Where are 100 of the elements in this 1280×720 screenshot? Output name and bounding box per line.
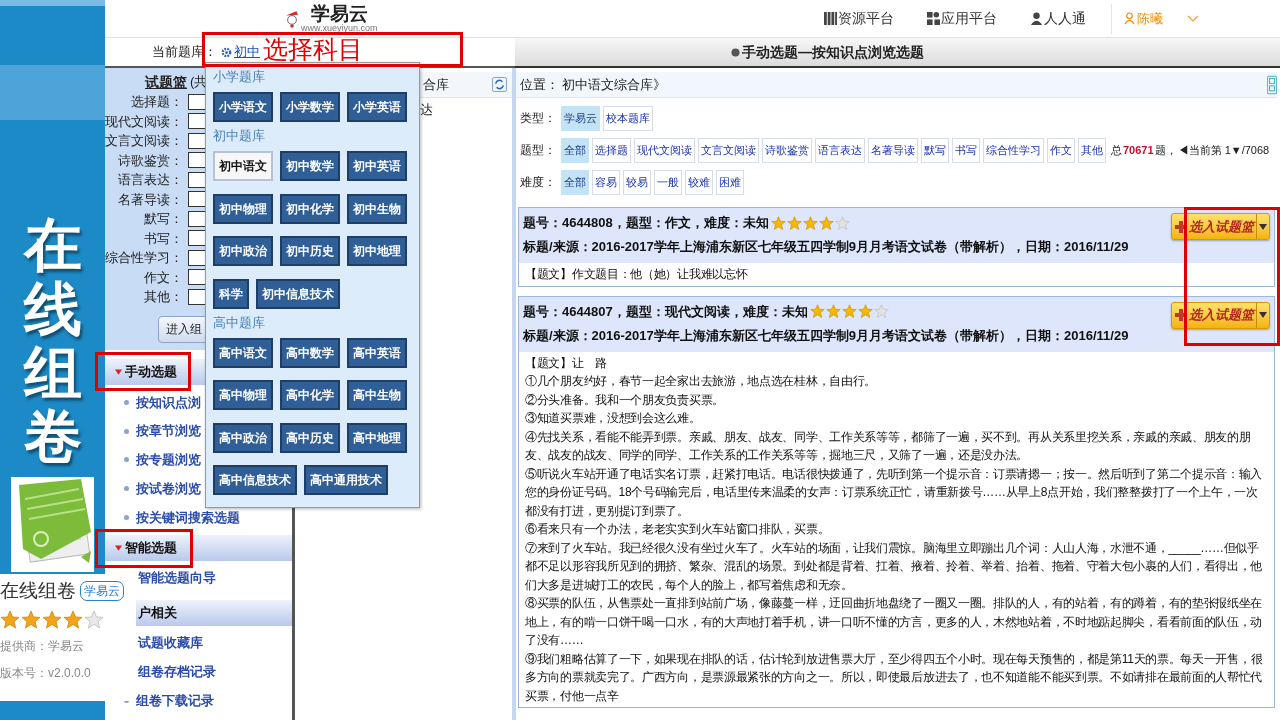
- filter-option[interactable]: 默写: [921, 137, 949, 163]
- annotation-label: 选择科目: [263, 37, 363, 62]
- subject-option[interactable]: 初中政治: [213, 236, 273, 266]
- question-text: ⑥看来只有一个办法，老老实实到火车站窗口排队，买票。: [525, 521, 831, 538]
- subject-option[interactable]: 高中通用技术: [304, 465, 388, 495]
- filter-option[interactable]: 现代文阅读: [634, 137, 695, 163]
- filter-option[interactable]: 一般: [654, 169, 682, 195]
- subject-option[interactable]: 小学数学: [280, 92, 340, 122]
- filter-option[interactable]: 困难: [716, 169, 744, 195]
- nav-link[interactable]: 组卷下载记录: [136, 690, 214, 711]
- filter-option[interactable]: 书写: [952, 137, 980, 163]
- logo-url: www.xueyiyun.com: [301, 24, 378, 33]
- nav-link[interactable]: 资源平台: [823, 8, 894, 29]
- filter-option[interactable]: 诗歌鉴赏: [762, 137, 812, 163]
- filter-option[interactable]: 其他: [1078, 137, 1106, 163]
- nav-link[interactable]: 应用平台: [926, 8, 997, 29]
- subject-option[interactable]: 初中地理: [347, 236, 407, 266]
- basket-title: 试题篮: [145, 72, 187, 92]
- subject-option[interactable]: 高中生物: [347, 380, 407, 410]
- subject-option[interactable]: 高中化学: [280, 380, 340, 410]
- subject-option[interactable]: 小学语文: [213, 92, 273, 122]
- version-text: 版本号：v2.0.0.0: [0, 665, 92, 682]
- filter-option[interactable]: 容易: [592, 169, 620, 195]
- subject-option[interactable]: 初中信息技术: [256, 278, 340, 309]
- field-label: 语言表达：: [117, 171, 183, 189]
- subject-option[interactable]: 高中信息技术: [213, 465, 297, 495]
- field-label: 综合性学习：: [105, 249, 183, 267]
- filter-label: 类型：: [520, 110, 557, 127]
- nav-link[interactable]: 按专题浏览: [136, 450, 201, 470]
- user-icon: [1123, 12, 1135, 25]
- question-text: 【题文】让 路: [525, 354, 608, 372]
- subject-option[interactable]: 高中历史: [280, 422, 340, 453]
- basket-count: (共: [190, 73, 208, 92]
- library-link[interactable]: 初中: [221, 42, 260, 62]
- nav-link[interactable]: 人人通: [1029, 8, 1086, 29]
- question-text: ④先找关系，看能不能弄到票。亲戚、朋友、战友、同学、工作关系等等，都筛了一遍，买不到。再从关系里挖关系，亲戚的亲戚、朋友的朋友、战友的战友、同学的同学、工作关系的工作关系等等，掘地三尺，又筛了一遍，还是没办法。: [525, 428, 1252, 464]
- star-icon: [825, 304, 841, 319]
- filter-option[interactable]: 综合性学习: [983, 137, 1044, 163]
- question-meta: 题号：4644807，题型：现代文阅读，难度：未知: [523, 302, 808, 321]
- question-text: ⑧买票的队伍，从售票处一直排到站前广场，像藤蔓一样，迂回曲折地盘绕了一圈又一圈。排队的人，有的站着，有的蹲着，有的垫张报纸坐在地上，有的啃一口饼干喝一口水，有的大声地打着手机，讲一口听不懂的方言，更多的人，木然地站着，不时地踮起脚尖，看看前面的队伍，动了没有……: [525, 595, 1264, 649]
- filter-option[interactable]: 全部: [561, 137, 589, 163]
- nav-link[interactable]: 按关键词搜索选题: [136, 507, 240, 528]
- question-source: 标题/来源：2016-2017学年上海浦东新区七年级五四学制9月月考语文试卷（带解析），日期：2016/11/29: [523, 326, 1130, 345]
- filter-option[interactable]: 作文: [1047, 137, 1075, 163]
- nav-link[interactable]: 按试卷浏览: [136, 478, 201, 499]
- mascot-icon: [285, 9, 299, 28]
- filter-option[interactable]: 选择题: [592, 137, 631, 163]
- nav-link[interactable]: 组卷存档记录: [138, 661, 216, 682]
- subject-option[interactable]: 高中语文: [213, 337, 273, 368]
- field-label: 文言文阅读：: [105, 132, 183, 150]
- subject-option[interactable]: 初中数学: [280, 151, 340, 181]
- filter-option[interactable]: 较易: [623, 169, 651, 195]
- nav-link[interactable]: 按知识点浏: [136, 392, 201, 413]
- star-icon: [802, 215, 818, 231]
- question-meta: 题号：4644808，题型：作文，难度：未知: [523, 214, 769, 233]
- caret-icon: [1259, 312, 1267, 318]
- subject-option[interactable]: 初中物理: [213, 193, 273, 224]
- subject-option[interactable]: 初中英语: [347, 151, 407, 181]
- subject-option[interactable]: 初中语文: [213, 151, 273, 181]
- subject-option[interactable]: 小学英语: [347, 92, 407, 122]
- nav-section-header[interactable]: 智能选题: [105, 534, 292, 561]
- subject-option[interactable]: 初中生物: [347, 193, 407, 224]
- star-icon: [0, 610, 20, 630]
- question-text: ①几个朋友约好，春节一起全家出去旅游，地点选在桂林，自由行。: [525, 373, 877, 390]
- filter-option[interactable]: 校本题库: [603, 105, 653, 131]
- subject-option[interactable]: 高中政治: [213, 422, 273, 453]
- add-to-basket-button[interactable]: 选入试题篮: [1171, 213, 1270, 240]
- subject-option[interactable]: 高中地理: [347, 422, 407, 453]
- filter-option[interactable]: 语言表达: [815, 137, 865, 163]
- subject-option[interactable]: 高中英语: [347, 337, 407, 368]
- plus-icon: [1175, 309, 1187, 321]
- filter-option[interactable]: 较难: [685, 169, 713, 195]
- filter-option[interactable]: 文言文阅读: [698, 137, 759, 163]
- bullet-icon: [731, 47, 740, 57]
- add-to-basket-button[interactable]: 选入试题篮: [1171, 301, 1270, 329]
- filter-option[interactable]: 学易云: [561, 105, 600, 131]
- app-tag: 学易云: [80, 581, 124, 601]
- field-label: 书写：: [143, 229, 183, 248]
- question-source: 标题/来源：2016-2017学年上海浦东新区七年级五四学制9月月考语文试卷（带解析），日期：2016/11/29: [523, 238, 1130, 257]
- nav-section-header[interactable]: 户相关: [136, 599, 292, 626]
- subject-option[interactable]: 初中历史: [280, 236, 340, 266]
- subject-option[interactable]: 高中物理: [213, 380, 273, 410]
- nav-link[interactable]: 试题收藏库: [138, 633, 203, 653]
- total-label: 总: [1111, 142, 1122, 158]
- field-label: 诗歌鉴赏：: [117, 151, 183, 170]
- filter-option[interactable]: 全部: [561, 169, 589, 195]
- nav-section-title: 手动选题: [125, 363, 177, 382]
- subject-option[interactable]: 科学: [213, 278, 249, 309]
- star-icon: [42, 610, 62, 630]
- refresh-icon[interactable]: [492, 77, 507, 92]
- section-heading: 初中题库: [213, 127, 266, 145]
- subject-option[interactable]: 初中化学: [280, 193, 340, 224]
- total-suffix: 题，: [1154, 142, 1177, 158]
- subject-option[interactable]: 高中数学: [280, 337, 340, 368]
- question-text: ②分头准备。我和一个朋友负责买票。: [525, 391, 725, 409]
- grid-icon: [823, 12, 837, 25]
- nav-link[interactable]: 智能选题向导: [138, 568, 216, 588]
- nav-link[interactable]: 按章节浏览: [136, 421, 201, 441]
- filter-option[interactable]: 名著导读: [868, 137, 918, 163]
- tree-item[interactable]: 达: [420, 100, 433, 120]
